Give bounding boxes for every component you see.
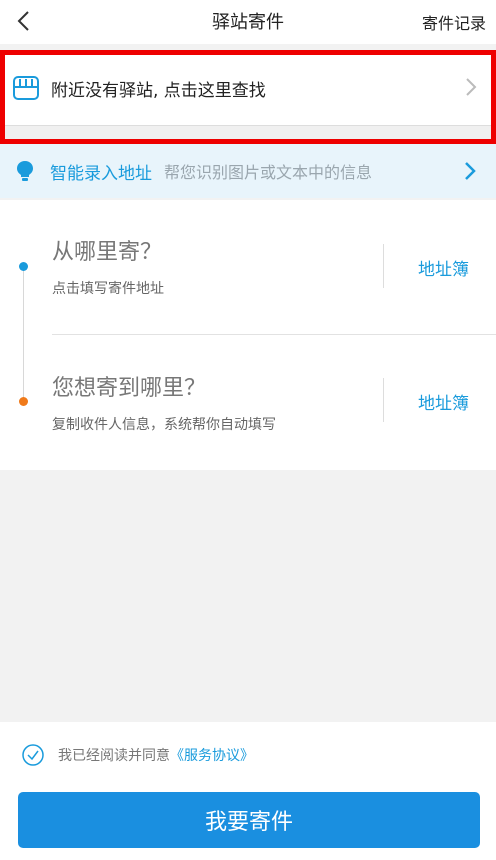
nearby-station-card: 附近没有驿站, 点击这里查找 [0,50,496,144]
smart-input-description: 帮您识别图片或文本中的信息 [164,163,373,182]
timeline-connector [23,268,24,400]
send-package-button[interactable]: 我要寄件 [18,792,480,848]
vertical-divider [383,378,384,422]
agreement-row: 我已经阅读并同意 《服务协议》 [22,744,254,766]
find-station-text: 附近没有驿站, 点击这里查找 [51,80,266,101]
smart-address-input-bar[interactable]: 智能录入地址 帮您识别图片或文本中的信息 [0,144,496,198]
find-station-row[interactable]: 附近没有驿站, 点击这里查找 [5,55,491,121]
address-divider [52,334,496,335]
bottom-action-area: 我已经阅读并同意 《服务协议》 我要寄件 [0,722,496,860]
receiver-subtitle: 复制收件人信息，系统帮你自动填写 [52,417,276,433]
address-section: 从哪里寄？ 点击填写寄件地址 地址簿 您想寄到哪里？ 复制收件人信息，系统帮你自… [0,200,496,470]
sender-address-book-button[interactable]: 地址簿 [418,255,469,280]
receiver-address-book-button[interactable]: 地址簿 [418,389,469,414]
chevron-right-icon [466,78,477,96]
lightbulb-icon [17,161,33,181]
vertical-divider [383,244,384,288]
smart-input-title: 智能录入地址 [50,163,152,184]
agreement-text: 我已经阅读并同意 [58,748,170,764]
store-icon [11,73,41,103]
receiver-dot [19,397,28,406]
card-bottom-strip [5,125,491,139]
top-navigation-bar: 驿站寄件 寄件记录 [0,0,496,44]
receiver-title: 您想寄到哪里？ [52,376,207,401]
service-agreement-link[interactable]: 《服务协议》 [170,745,254,765]
checkbox-check-icon[interactable] [22,744,44,766]
sender-dot [19,262,28,271]
sender-address-entry[interactable]: 从哪里寄？ 点击填写寄件地址 [52,234,164,298]
shipping-records-link[interactable]: 寄件记录 [422,10,486,34]
chevron-right-icon [465,162,476,180]
receiver-address-entry[interactable]: 您想寄到哪里？ 复制收件人信息，系统帮你自动填写 [52,370,276,434]
sender-title: 从哪里寄？ [52,240,163,265]
sender-subtitle: 点击填写寄件地址 [52,281,164,297]
